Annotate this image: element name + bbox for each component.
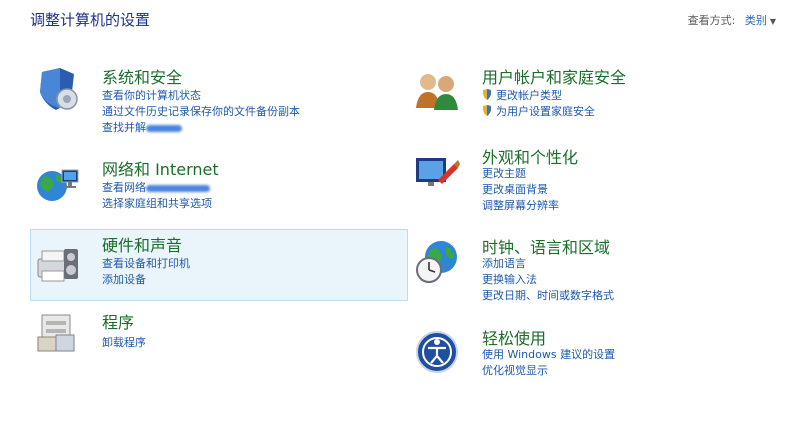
view-by-label: 查看方式: bbox=[687, 14, 736, 27]
link-troubleshoot[interactable]: 查找并解 bbox=[102, 120, 300, 136]
link-change-date-time-format[interactable]: 更改日期、时间或数字格式 bbox=[482, 288, 614, 304]
network-globe-icon[interactable] bbox=[34, 162, 80, 208]
view-by-dropdown[interactable]: 类别 ▼ bbox=[745, 14, 776, 27]
category-title-ease-of-access[interactable]: 轻松使用 bbox=[482, 325, 546, 349]
category-title-hardware-sound[interactable]: 硬件和声音 bbox=[102, 232, 182, 256]
category-title-clock-language-region[interactable]: 时钟、语言和区域 bbox=[482, 234, 610, 258]
category-clock-language-region: 时钟、语言和区域 添加语言 更换输入法 更改日期、时间或数字格式 bbox=[414, 234, 784, 314]
link-change-input-method[interactable]: 更换输入法 bbox=[482, 272, 614, 288]
category-title-network-internet[interactable]: 网络和 Internet bbox=[102, 156, 219, 180]
category-system-security: 系统和安全 查看你的计算机状态 通过文件历史记录保存你的文件备份副本 查找并解 bbox=[32, 62, 402, 142]
link-add-language[interactable]: 添加语言 bbox=[482, 256, 614, 272]
clock-globe-icon[interactable] bbox=[414, 238, 460, 284]
link-adjust-resolution[interactable]: 调整屏幕分辨率 bbox=[482, 198, 559, 214]
redacted-text bbox=[146, 184, 210, 192]
link-change-account-type[interactable]: 更改帐户类型 bbox=[482, 88, 595, 104]
chevron-down-icon[interactable]: ▼ bbox=[770, 17, 776, 26]
link-family-safety[interactable]: 为用户设置家庭安全 bbox=[482, 104, 595, 120]
users-icon[interactable] bbox=[414, 68, 460, 114]
link-troubleshoot-label[interactable]: 查找并解 bbox=[102, 121, 146, 134]
redacted-text bbox=[146, 124, 182, 132]
link-uninstall-program[interactable]: 卸载程序 bbox=[102, 335, 146, 351]
category-network-internet: 网络和 Internet 查看网络 选择家庭组和共享选项 bbox=[32, 154, 402, 220]
uac-shield-icon bbox=[482, 105, 492, 116]
link-change-desktop-background[interactable]: 更改桌面背景 bbox=[482, 182, 559, 198]
category-title-user-accounts[interactable]: 用户帐户和家庭安全 bbox=[482, 64, 626, 88]
link-view-computer-status[interactable]: 查看你的计算机状态 bbox=[102, 88, 300, 104]
category-title-appearance[interactable]: 外观和个性化 bbox=[482, 144, 578, 168]
link-add-device[interactable]: 添加设备 bbox=[102, 272, 190, 288]
ease-of-access-icon[interactable] bbox=[414, 329, 460, 375]
category-ease-of-access: 轻松使用 使用 Windows 建议的设置 优化视觉显示 bbox=[414, 325, 784, 389]
link-homegroup-sharing[interactable]: 选择家庭组和共享选项 bbox=[102, 196, 212, 212]
category-programs: 程序 卸载程序 bbox=[32, 307, 402, 367]
appearance-icon[interactable] bbox=[414, 150, 460, 196]
view-by-value[interactable]: 类别 bbox=[745, 14, 767, 27]
shield-icon[interactable] bbox=[34, 66, 80, 112]
link-network-status-label[interactable]: 查看网络 bbox=[102, 181, 146, 194]
link-change-account-type-label[interactable]: 更改帐户类型 bbox=[496, 89, 562, 102]
page-title: 调整计算机的设置 bbox=[30, 11, 151, 29]
category-hardware-sound[interactable]: 硬件和声音 查看设备和打印机 添加设备 bbox=[30, 229, 408, 301]
category-title-system-security[interactable]: 系统和安全 bbox=[102, 64, 182, 88]
category-user-accounts: 用户帐户和家庭安全 更改帐户类型 为用户设置家庭安全 bbox=[414, 62, 784, 132]
link-optimize-visual-display[interactable]: 优化视觉显示 bbox=[482, 363, 615, 379]
view-by: 查看方式: 类别 ▼ bbox=[688, 12, 776, 28]
link-family-safety-label[interactable]: 为用户设置家庭安全 bbox=[496, 105, 595, 118]
link-devices-printers[interactable]: 查看设备和打印机 bbox=[102, 256, 190, 272]
uac-shield-icon bbox=[482, 89, 492, 100]
printer-speaker-icon bbox=[34, 241, 80, 287]
link-change-theme[interactable]: 更改主题 bbox=[482, 166, 559, 182]
link-recommended-settings[interactable]: 使用 Windows 建议的设置 bbox=[482, 347, 615, 363]
link-network-status[interactable]: 查看网络 bbox=[102, 180, 212, 196]
category-title-programs[interactable]: 程序 bbox=[102, 309, 134, 333]
link-file-history-backup[interactable]: 通过文件历史记录保存你的文件备份副本 bbox=[102, 104, 300, 120]
category-appearance: 外观和个性化 更改主题 更改桌面背景 调整屏幕分辨率 bbox=[414, 142, 784, 222]
programs-icon[interactable] bbox=[34, 309, 80, 355]
